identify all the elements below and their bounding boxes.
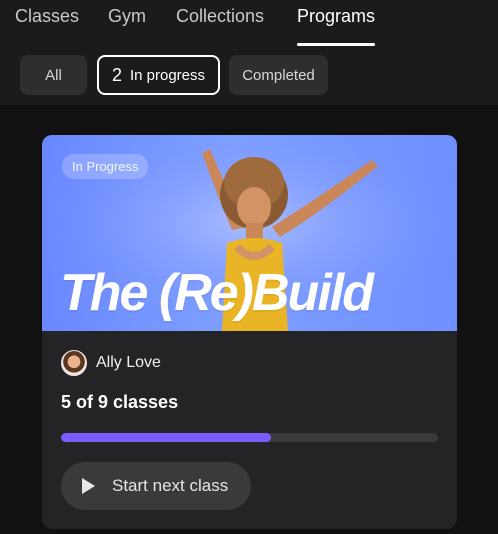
progress-bar-fill: [61, 433, 271, 442]
in-progress-count: 2: [111, 64, 122, 85]
top-bar: Classes Gym Collections Programs All 2 I…: [0, 0, 498, 105]
instructor-row: Ally Love: [61, 350, 161, 376]
tab-classes[interactable]: Classes: [15, 6, 79, 27]
progress-bar: [61, 433, 438, 442]
filter-chips: All 2 In progress Completed: [0, 55, 498, 95]
instructor-name: Ally Love: [96, 354, 161, 371]
tab-programs[interactable]: Programs: [297, 6, 375, 27]
filter-completed-button[interactable]: Completed: [229, 55, 328, 95]
tab-collections[interactable]: Collections: [176, 6, 264, 27]
classes-progress-text: 5 of 9 classes: [61, 392, 179, 412]
program-title: The (Re)Build: [60, 264, 374, 322]
instructor-avatar: [61, 350, 87, 376]
start-next-class-label: Start next class: [112, 476, 229, 495]
filter-all-label: All: [45, 66, 62, 84]
play-icon: [82, 478, 95, 494]
filter-all-button[interactable]: All: [20, 55, 87, 95]
filter-in-progress-button[interactable]: 2 In progress: [97, 55, 220, 95]
tab-gym[interactable]: Gym: [108, 6, 146, 27]
program-hero-image[interactable]: In Progress The (Re)Build: [42, 135, 457, 331]
filter-in-progress-label: In progress: [129, 66, 206, 84]
start-next-class-button[interactable]: Start next class: [61, 462, 251, 510]
nav-tabs: Classes Gym Collections Programs: [0, 0, 498, 46]
filter-completed-label: Completed: [242, 66, 315, 84]
status-badge: In Progress: [62, 154, 149, 179]
program-card[interactable]: In Progress The (Re)Build Ally Love 5 of…: [42, 135, 457, 529]
active-tab-indicator: [297, 43, 375, 46]
